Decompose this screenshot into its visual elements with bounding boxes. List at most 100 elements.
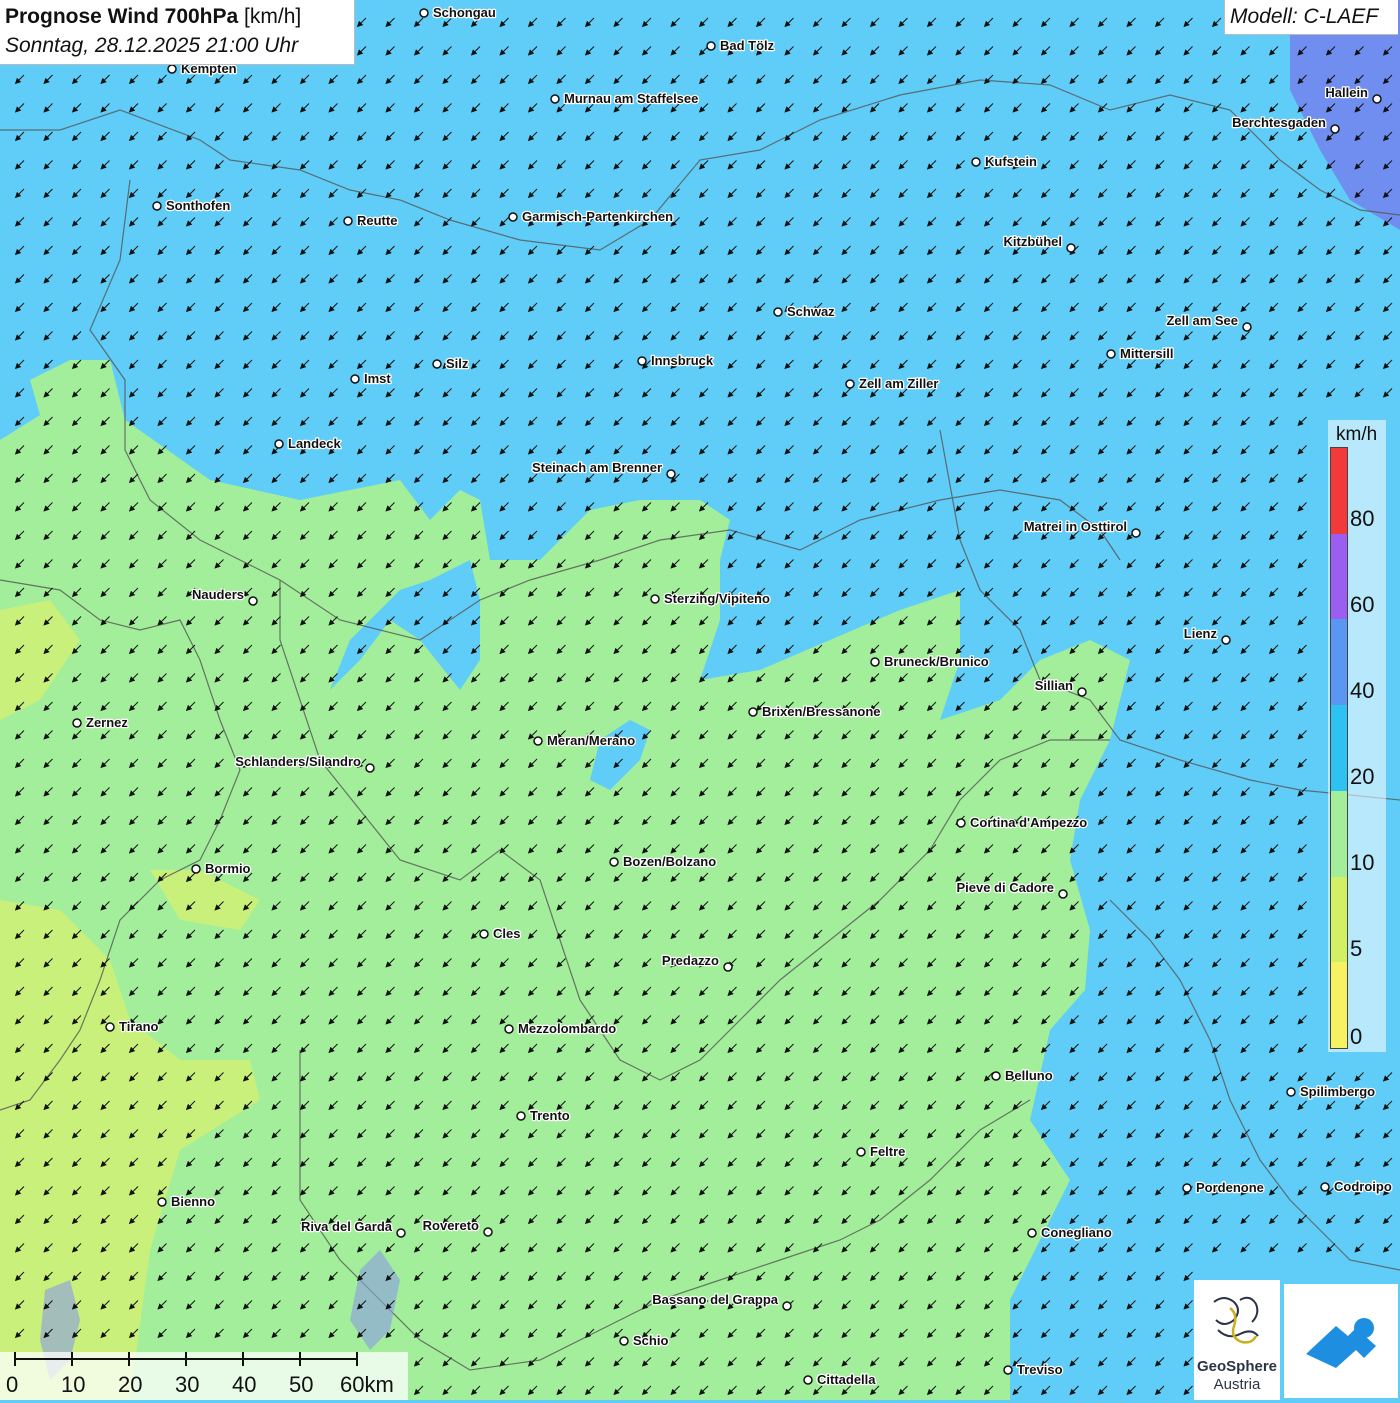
city-dot-icon bbox=[991, 1071, 1001, 1081]
legend-label: 0 bbox=[1350, 1024, 1363, 1049]
legend-bar bbox=[1330, 447, 1348, 1049]
city-dot-icon bbox=[550, 94, 560, 104]
city-dot-icon bbox=[773, 307, 783, 317]
city-label: Brixen/Bressanone bbox=[762, 704, 881, 719]
city-dot-icon bbox=[274, 439, 284, 449]
scale-label: 0 bbox=[6, 1372, 19, 1397]
wind-map: SchongauBad TölzKemptenMurnau am Staffel… bbox=[0, 0, 1400, 1400]
city-dot-icon bbox=[782, 1301, 792, 1311]
city-dot-icon bbox=[72, 718, 82, 728]
scale-label: 40 bbox=[232, 1372, 257, 1397]
scale-tick bbox=[14, 1352, 16, 1366]
scale-label: 10 bbox=[61, 1372, 86, 1397]
city-label: Steinach am Brenner bbox=[532, 460, 662, 475]
scale-label: 50 bbox=[289, 1372, 314, 1397]
city-dot-icon bbox=[666, 469, 676, 479]
city-dot-icon bbox=[1242, 322, 1252, 332]
city-dot-icon bbox=[432, 359, 442, 369]
city-label: Codroipo bbox=[1334, 1179, 1392, 1194]
city-dot-icon bbox=[1286, 1087, 1296, 1097]
city-dot-icon bbox=[1320, 1182, 1330, 1192]
city-label: Innsbruck bbox=[651, 353, 714, 368]
city-label: Imst bbox=[364, 371, 391, 386]
color-legend: km/h 80 60 40 20 10 5 0 bbox=[1328, 420, 1386, 1052]
city-dot-icon bbox=[343, 216, 353, 226]
city-label: Bassano del Grappa bbox=[652, 1292, 778, 1307]
city-label: Schongau bbox=[433, 5, 496, 20]
city-label: Garmisch-Partenkirchen bbox=[522, 209, 673, 224]
city-dot-icon bbox=[609, 857, 619, 867]
city-label: Trento bbox=[530, 1108, 570, 1123]
legend-color-segment bbox=[1331, 962, 1347, 1048]
city-label: Reutte bbox=[357, 213, 397, 228]
city-marker: Cortina d'Ampezzo bbox=[956, 814, 1089, 831]
city-dot-icon bbox=[516, 1111, 526, 1121]
legend-label: 80 bbox=[1350, 506, 1375, 531]
city-label: Cortina d'Ampezzo bbox=[970, 815, 1087, 830]
city-marker: Spilimbergo bbox=[1286, 1083, 1376, 1100]
city-label: Tirano bbox=[119, 1019, 159, 1034]
legend-label: 40 bbox=[1350, 678, 1375, 703]
city-label: Schwaz bbox=[787, 304, 835, 319]
city-marker: Sterzing/Vipiteno bbox=[650, 590, 771, 607]
legend-label: 10 bbox=[1350, 850, 1375, 875]
city-dot-icon bbox=[152, 201, 162, 211]
city-dot-icon bbox=[191, 864, 201, 874]
city-label: Sterzing/Vipiteno bbox=[664, 591, 770, 606]
city-label: Hallein bbox=[1325, 85, 1368, 100]
city-dot-icon bbox=[1372, 94, 1382, 104]
city-label: Kitzbühel bbox=[1004, 234, 1063, 249]
city-dot-icon bbox=[956, 818, 966, 828]
city-label: Zell am See bbox=[1166, 313, 1238, 328]
scale-tick bbox=[242, 1352, 244, 1366]
city-label: Nauders bbox=[192, 587, 244, 602]
city-label: Silz bbox=[446, 356, 469, 371]
city-dot-icon bbox=[248, 596, 258, 606]
city-dot-icon bbox=[533, 736, 543, 746]
forecast-datetime: Sonntag, 28.12.2025 21:00 Uhr bbox=[5, 34, 299, 57]
city-label: Bormio bbox=[205, 861, 251, 876]
city-marker: Pordenone bbox=[1182, 1179, 1265, 1196]
city-marker: Meran/Merano bbox=[533, 732, 636, 749]
model-label: Modell: C-LAEF bbox=[1230, 5, 1379, 28]
city-label: Feltre bbox=[870, 1144, 905, 1159]
city-dot-icon bbox=[637, 356, 647, 366]
city-dot-icon bbox=[1027, 1228, 1037, 1238]
scale-label: 60km bbox=[340, 1372, 394, 1397]
city-label: Predazzo bbox=[662, 953, 719, 968]
geosphere-logo-icon bbox=[1213, 1296, 1259, 1344]
city-label: Belluno bbox=[1005, 1068, 1053, 1083]
city-dot-icon bbox=[1106, 349, 1116, 359]
legend-color-segment bbox=[1331, 876, 1347, 963]
city-label: Matrei in Osttirol bbox=[1024, 519, 1127, 534]
city-label: Murnau am Staffelsee bbox=[564, 91, 698, 106]
city-dot-icon bbox=[619, 1336, 629, 1346]
city-dot-icon bbox=[105, 1022, 115, 1032]
city-label: Cles bbox=[493, 926, 520, 941]
scale-bar: 0 10 20 30 40 50 60km bbox=[0, 1352, 408, 1400]
city-marker: Murnau am Staffelsee bbox=[550, 90, 700, 107]
city-label: Landeck bbox=[288, 436, 342, 451]
city-label: Mittersill bbox=[1120, 346, 1173, 361]
city-dot-icon bbox=[845, 379, 855, 389]
city-label: Sonthofen bbox=[166, 198, 230, 213]
city-dot-icon bbox=[396, 1228, 406, 1238]
legend-color-segment bbox=[1331, 619, 1347, 706]
city-label: Schio bbox=[633, 1333, 668, 1348]
city-label: Berchtesgaden bbox=[1232, 115, 1326, 130]
city-label: Cittadella bbox=[817, 1372, 876, 1387]
legend-unit: km/h bbox=[1336, 424, 1378, 445]
city-label: Bruneck/Brunico bbox=[884, 654, 989, 669]
city-label: Bozen/Bolzano bbox=[623, 854, 716, 869]
city-label: Kufstein bbox=[985, 154, 1037, 169]
city-dot-icon bbox=[1003, 1365, 1013, 1375]
geosphere-logo: GeoSphere Austria bbox=[1194, 1280, 1280, 1400]
app-logo-icon bbox=[1306, 1318, 1376, 1368]
city-dot-icon bbox=[1182, 1183, 1192, 1193]
city-dot-icon bbox=[650, 594, 660, 604]
city-dot-icon bbox=[856, 1147, 866, 1157]
city-marker: Brixen/Bressanone bbox=[748, 703, 882, 720]
city-label: Bad Tölz bbox=[720, 38, 775, 53]
map-title: Prognose Wind 700hPa [km/h] bbox=[5, 5, 302, 28]
model-label-box: Modell: C-LAEF bbox=[1224, 0, 1398, 35]
